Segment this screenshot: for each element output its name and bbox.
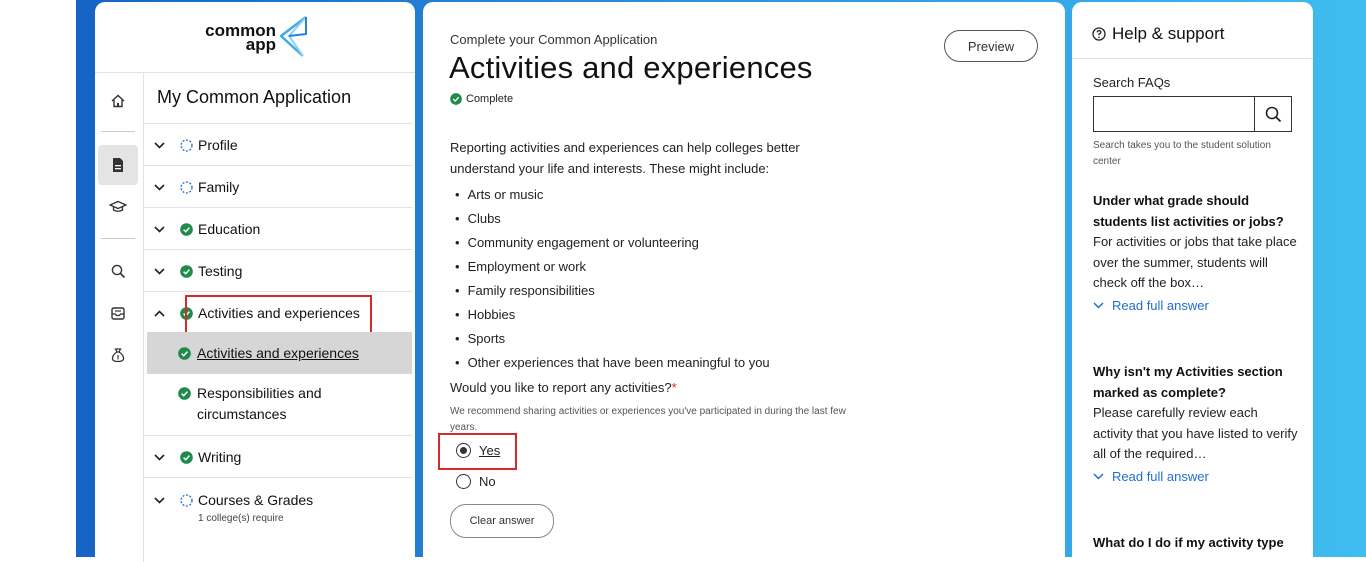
nav-section-family[interactable]: Family [144, 165, 412, 208]
chevron-down-icon [1093, 302, 1104, 309]
highlight-box-section [185, 295, 372, 335]
home-icon [111, 94, 125, 108]
chevron-down-icon [144, 183, 180, 191]
chevron-down-icon [144, 225, 180, 233]
status-label: Complete [466, 93, 514, 105]
nav-section-label: Courses & Grades [198, 492, 314, 508]
logo-line-2: app [245, 35, 276, 54]
faq-item: Under what grade should students list ac… [1093, 191, 1298, 316]
inbox-icon [111, 307, 125, 320]
radio-option-no[interactable]: No [456, 474, 496, 489]
page-title: Activities and experiences [449, 50, 813, 85]
page-eyebrow: Complete your Common Application [450, 32, 658, 47]
nav-section-profile[interactable]: Profile [144, 123, 412, 166]
chevron-down-icon [144, 453, 180, 461]
inbox-button[interactable] [98, 293, 138, 333]
nav-section-label: Writing [198, 449, 242, 465]
college-search-button[interactable] [98, 187, 138, 227]
faq-item: What do I do if my activity type [1093, 533, 1298, 554]
complete-check-icon [450, 93, 462, 105]
nav-section-label: Profile [198, 137, 238, 153]
faq-search-input[interactable] [1094, 97, 1254, 131]
common-app-logo[interactable]: common app [95, 2, 415, 73]
money-bag-icon [111, 348, 125, 363]
help-circle-icon [1092, 27, 1106, 41]
radio-label: No [479, 474, 496, 489]
search-icon [1265, 106, 1281, 122]
search-icon [111, 264, 125, 278]
navigation-panel: common app My Common Application Profile… [95, 2, 415, 562]
nav-section-testing[interactable]: Testing [144, 249, 412, 292]
faq-question: What do I do if my activity type [1093, 535, 1284, 550]
faq-question: Why isn't my Activities section marked a… [1093, 364, 1283, 400]
faq-answer: For activities or jobs that take place o… [1093, 234, 1297, 290]
activity-examples-list: Arts or music Clubs Community engagement… [455, 183, 770, 375]
preview-button[interactable]: Preview [944, 30, 1038, 62]
nav-section-writing[interactable]: Writing [144, 435, 412, 478]
chevron-down-icon [144, 492, 180, 504]
nav-section-note: 1 college(s) require [198, 513, 284, 524]
graduation-cap-icon [109, 200, 127, 212]
complete-check-icon [147, 383, 197, 400]
nav-subitem-responsibilities[interactable]: Responsibilities and circumstances [147, 383, 412, 433]
icon-rail [95, 73, 144, 562]
required-mark: * [671, 380, 677, 395]
question-label: Would you like to report any activities?… [450, 380, 677, 395]
nav-section-label: Testing [198, 263, 243, 279]
document-icon [113, 158, 123, 172]
status-badge: Complete [450, 93, 513, 105]
list-item: Arts or music [455, 183, 770, 207]
help-panel: Help & support Search FAQs Search takes … [1072, 2, 1313, 562]
search-button[interactable] [98, 251, 138, 291]
nav-section-label: Education [198, 221, 261, 237]
nav-title: My Common Application [157, 87, 352, 107]
intro-text: Reporting activities and experiences can… [450, 140, 800, 176]
home-button[interactable] [98, 81, 138, 121]
list-item: Community engagement or volunteering [455, 231, 770, 255]
faq-search [1093, 96, 1292, 132]
in-progress-icon [180, 180, 198, 194]
list-item: Other experiences that have been meaning… [455, 351, 770, 375]
main-content-panel: Complete your Common Application Activit… [423, 2, 1065, 562]
financial-aid-button[interactable] [98, 335, 138, 375]
highlight-box-yes [438, 433, 517, 470]
question-hint: We recommend sharing activities or exper… [450, 406, 846, 433]
nav-subitem-activities[interactable]: Activities and experiences [147, 332, 412, 374]
clear-answer-button[interactable]: Clear answer [450, 504, 554, 538]
read-full-answer-link[interactable]: Read full answer [1093, 467, 1298, 488]
in-progress-icon [180, 492, 198, 507]
nav-subitem-label: Responsibilities and circumstances [197, 385, 322, 422]
faq-item: Why isn't my Activities section marked a… [1093, 362, 1298, 487]
chevron-up-icon [144, 309, 180, 317]
nav-section-education[interactable]: Education [144, 207, 412, 250]
help-title: Help & support [1092, 24, 1224, 44]
list-item: Family responsibilities [455, 279, 770, 303]
complete-check-icon [147, 346, 197, 360]
search-faqs-label: Search FAQs [1093, 75, 1171, 90]
complete-check-icon [180, 222, 198, 236]
list-item: Hobbies [455, 303, 770, 327]
list-item: Employment or work [455, 255, 770, 279]
chevron-down-icon [144, 267, 180, 275]
nav-subitem-label: Activities and experiences [197, 345, 359, 361]
faq-search-button[interactable] [1254, 97, 1291, 131]
chevron-down-icon [144, 141, 180, 149]
nav-section-label: Family [198, 179, 240, 195]
application-button[interactable] [98, 145, 138, 185]
radio-unselected-icon[interactable] [456, 474, 471, 489]
chevron-down-icon [1093, 473, 1104, 480]
read-full-answer-link[interactable]: Read full answer [1093, 296, 1298, 317]
list-item: Sports [455, 327, 770, 351]
complete-check-icon [180, 450, 198, 464]
faq-question: Under what grade should students list ac… [1093, 193, 1284, 229]
complete-check-icon [180, 264, 198, 278]
logo-mark-icon [279, 16, 307, 57]
list-item: Clubs [455, 207, 770, 231]
nav-section-courses-grades[interactable]: Courses & Grades 1 college(s) require [144, 477, 412, 533]
in-progress-icon [180, 138, 198, 152]
faq-answer: Please carefully review each activity th… [1093, 405, 1298, 461]
search-hint: Search takes you to the student solution… [1093, 140, 1271, 167]
